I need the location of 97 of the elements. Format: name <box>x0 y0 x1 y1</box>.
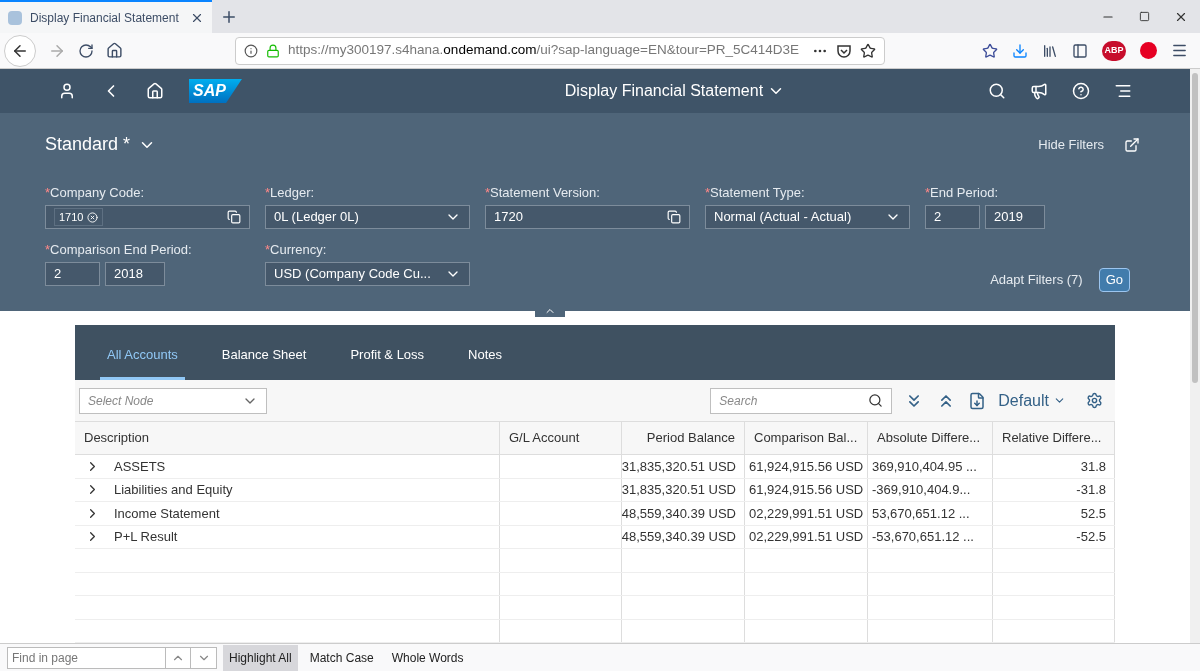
select-field[interactable]: USD (Company Code Cu... <box>265 262 470 286</box>
find-option-button[interactable]: Whole Words <box>385 644 470 671</box>
app-title[interactable]: Display Financial Statement <box>564 79 764 103</box>
tab-title: Display Financial Statement <box>30 9 180 27</box>
info-icon[interactable] <box>244 43 258 58</box>
table-cell-text: 31,835,320.51 USD <box>621 457 736 476</box>
required-mark: * <box>485 186 491 199</box>
download-icon[interactable] <box>1012 42 1028 59</box>
filter-label: Ledger: <box>270 186 315 199</box>
filter-label: Currency: <box>270 243 327 256</box>
period-field[interactable]: 2 <box>45 262 100 286</box>
table-cell-text: ASSETS <box>114 457 166 476</box>
company-code-field[interactable]: 1710 <box>45 205 250 229</box>
year-field[interactable]: 2018 <box>105 262 165 286</box>
share-icon[interactable] <box>1124 136 1140 153</box>
table-cell-text: 61,924,915.56 USD <box>749 457 864 476</box>
table-cell-text: 02,229,991.51 USD <box>749 528 864 546</box>
settings-icon[interactable] <box>1086 392 1103 410</box>
table-cell-text: Income Statement <box>114 504 220 523</box>
filter-label: Statement Version: <box>490 186 600 199</box>
table-cell-text: 31.8 <box>1080 457 1106 476</box>
maximize-icon[interactable] <box>1139 11 1150 22</box>
token: 1710 <box>59 209 84 225</box>
search-icon[interactable] <box>988 82 1006 100</box>
adapt-filters-link[interactable]: Adapt Filters (7) <box>990 270 1083 290</box>
lock-icon <box>266 43 280 58</box>
go-button[interactable]: Go <box>1098 268 1130 292</box>
back-button[interactable] <box>4 34 36 67</box>
tab[interactable]: Profit & Loss <box>343 332 432 381</box>
search-field[interactable]: Search <box>710 387 893 414</box>
value-help-icon[interactable] <box>227 210 241 224</box>
table-cell-text: 48,559,340.39 USD <box>621 528 736 546</box>
notifications-icon[interactable] <box>1114 82 1132 100</box>
bookmark-star-icon[interactable] <box>860 42 876 59</box>
select-node-field[interactable]: Select Node <box>79 387 267 414</box>
table-cell-text: 61,924,915.56 USD <box>749 481 864 499</box>
table-cell-text: 02,229,991.51 USD <box>749 504 864 523</box>
help-icon[interactable] <box>1072 82 1090 100</box>
column-header[interactable]: Absolute Differe... <box>868 422 993 454</box>
filter-label: End Period: <box>930 186 998 199</box>
find-option-button[interactable]: Match Case <box>303 644 380 671</box>
library-icon[interactable] <box>1042 42 1058 59</box>
tab[interactable]: Balance Sheet <box>214 332 314 381</box>
hide-filters-link[interactable]: Hide Filters <box>1038 134 1104 155</box>
sap-logo[interactable]: SAP <box>189 79 242 103</box>
search-icon <box>868 393 884 409</box>
table-cell-text: -53,670,651.12 ... <box>872 528 974 546</box>
column-header[interactable]: Description <box>75 422 500 454</box>
find-option-button[interactable]: Highlight All <box>223 644 298 671</box>
required-mark: * <box>45 186 51 199</box>
select-field[interactable]: Normal (Actual - Actual) <box>705 205 910 229</box>
table-cell-text: 52.5 <box>1080 504 1106 523</box>
browser-tab[interactable]: Display Financial Statement <box>0 0 212 33</box>
column-header[interactable]: Period Balance <box>622 422 745 454</box>
shield-icon[interactable] <box>836 42 852 59</box>
page-icon <box>8 10 22 25</box>
sidebar-icon[interactable] <box>1072 42 1088 59</box>
table-cell-text: -52.5 <box>1076 528 1106 546</box>
column-header[interactable]: Relative Differe... <box>993 422 1115 454</box>
table-cell-text: Liabilities and Equity <box>114 481 233 499</box>
table-cell-text: 31,835,320.51 USD <box>621 481 736 499</box>
table-cell-text: -369,910,404.9... <box>872 481 971 499</box>
filter-label: Statement Type: <box>710 186 805 199</box>
variant-title[interactable]: Standard * <box>45 131 131 158</box>
remove-token-icon[interactable] <box>87 211 99 223</box>
star-icon[interactable] <box>982 42 998 59</box>
variant-select[interactable]: Default <box>998 388 1066 413</box>
required-mark: * <box>265 186 271 199</box>
column-header[interactable]: Comparison Bal... <box>745 422 868 454</box>
filter-label: Company Code: <box>50 186 144 199</box>
tab[interactable]: Notes <box>461 332 510 381</box>
adblock-badge[interactable]: ABP <box>1102 40 1126 61</box>
select-field[interactable]: 0L (Ledger 0L) <box>265 205 470 229</box>
required-mark: * <box>45 243 51 256</box>
required-mark: * <box>705 186 711 199</box>
user-icon[interactable] <box>58 82 76 100</box>
year-field[interactable]: 2019 <box>985 205 1045 229</box>
period-field[interactable]: 2 <box>925 205 980 229</box>
required-mark: * <box>925 186 931 199</box>
table-cell-text: 53,670,651.12 ... <box>872 504 970 523</box>
reload-icon[interactable] <box>78 42 94 59</box>
home-icon[interactable] <box>106 42 123 59</box>
input-field[interactable]: 1720 <box>485 205 690 229</box>
menu-icon[interactable] <box>1171 42 1188 59</box>
table-cell-text: 369,910,404.95 ... <box>872 457 977 476</box>
address-bar[interactable]: https://my300197.s4hana.ondemand.com/ui?sap-language=EN&tour=PR_5C414D3E <box>235 36 885 65</box>
required-mark: * <box>265 243 271 256</box>
table-cell-text: P+L Result <box>114 528 178 546</box>
megaphone-icon[interactable] <box>1030 82 1048 100</box>
scrollbar[interactable] <box>1190 69 1200 643</box>
table-cell-text: -31.8 <box>1076 481 1106 499</box>
filter-label: Comparison End Period: <box>50 243 192 256</box>
export-icon[interactable] <box>968 391 987 410</box>
column-header[interactable]: G/L Account <box>500 422 622 454</box>
url-text: https://my300197.s4hana.ondemand.com/ui?sap-language=EN&tour=PR_5C414D3E <box>288 41 801 60</box>
value-help-icon[interactable] <box>667 210 681 224</box>
table-cell-text: 48,559,340.39 USD <box>621 504 736 523</box>
